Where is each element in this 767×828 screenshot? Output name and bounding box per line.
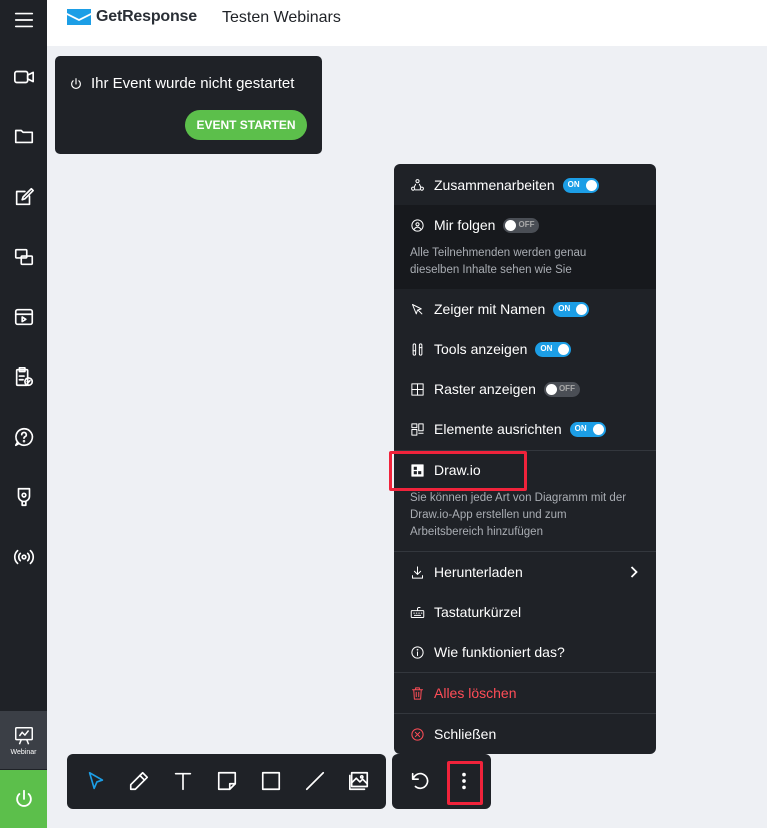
menu-item-pointer-names[interactable]: Zeiger mit Namen ON — [394, 289, 656, 329]
align-toggle[interactable]: ON — [569, 421, 606, 437]
collaborate-icon — [410, 178, 425, 193]
select-icon — [88, 771, 104, 790]
webinar-label: Webinar — [10, 748, 37, 756]
menu-item-shortcuts[interactable]: Tastaturkürzel — [394, 592, 656, 632]
edit-icon[interactable] — [0, 177, 47, 217]
menu-icon[interactable] — [0, 0, 47, 40]
keyboard-icon — [410, 605, 425, 620]
drawing-toolbar — [67, 754, 386, 809]
line-tool[interactable] — [302, 768, 328, 794]
sticky-note-tool[interactable] — [214, 768, 240, 794]
menu-item-follow-me[interactable]: Mir folgen OFF — [394, 205, 656, 245]
drawio-description: Sie können jede Art von Diagramm mit der… — [410, 492, 627, 538]
menu-item-how-it-works[interactable]: Wie funktioniert das? — [394, 632, 656, 672]
pointer-icon — [410, 302, 425, 317]
info-icon — [410, 645, 425, 660]
screens-icon[interactable] — [0, 237, 47, 277]
menu-item-label: Elemente ausrichten — [434, 421, 562, 437]
menu-item-close[interactable]: Schließen — [394, 714, 656, 754]
undo-button[interactable] — [407, 768, 433, 794]
menu-item-label: Schließen — [434, 726, 497, 742]
rectangle-tool[interactable] — [258, 768, 284, 794]
image-tool[interactable] — [346, 768, 372, 794]
sticky-note-icon — [217, 771, 237, 791]
undo-icon — [411, 772, 429, 790]
rectangle-icon — [261, 771, 281, 791]
start-event-button[interactable]: EVENT STARTEN — [185, 110, 307, 140]
trash-icon — [410, 686, 425, 701]
clipboard-icon[interactable] — [0, 357, 47, 397]
menu-item-clear-all[interactable]: Alles löschen — [394, 673, 656, 713]
image-icon — [349, 771, 369, 791]
pencil-icon — [129, 771, 149, 791]
align-icon — [410, 422, 425, 437]
logo-text: GetResponse — [96, 8, 197, 25]
video-camera-icon[interactable] — [0, 57, 47, 97]
download-icon — [410, 565, 425, 580]
follow-description: Alle Teilnehmenden werden genau dieselbe… — [410, 247, 587, 276]
badge-icon[interactable] — [0, 477, 47, 517]
collaborate-toggle[interactable]: ON — [562, 177, 599, 193]
menu-item-align-elements[interactable]: Elemente ausrichten ON — [394, 409, 656, 449]
menu-item-collaborate[interactable]: Zusammenarbeiten ON — [394, 165, 656, 205]
webinar-tab[interactable]: Webinar — [0, 711, 47, 769]
menu-item-show-grid[interactable]: Raster anzeigen OFF — [394, 369, 656, 409]
page-title: Testen Webinars — [222, 9, 341, 26]
power-icon — [15, 789, 32, 807]
menu-item-label: Mir folgen — [434, 217, 496, 233]
pencil-tool[interactable] — [126, 768, 152, 794]
event-status: Ihr Event wurde nicht gestartet — [69, 75, 294, 92]
menu-item-show-tools[interactable]: Tools anzeigen ON — [394, 329, 656, 369]
close-circle-icon — [410, 727, 425, 742]
grid-icon — [410, 382, 425, 397]
event-status-text: Ihr Event wurde nicht gestartet — [91, 75, 295, 92]
envelope-logo-icon — [67, 9, 91, 25]
grid-toggle[interactable]: OFF — [543, 381, 580, 397]
menu-item-label: Tools anzeigen — [434, 341, 528, 357]
power-icon — [71, 77, 81, 89]
menu-item-label: Wie funktioniert das? — [434, 644, 565, 660]
more-options-highlight-box — [447, 761, 483, 805]
pointer-toggle[interactable]: ON — [553, 301, 590, 317]
chevron-right-icon — [630, 565, 638, 578]
media-icon[interactable] — [0, 297, 47, 337]
getresponse-logo[interactable]: GetResponse — [67, 8, 197, 26]
folder-icon[interactable] — [0, 116, 47, 156]
help-icon[interactable] — [0, 417, 47, 457]
event-status-card: Ihr Event wurde nicht gestartet EVENT ST… — [55, 56, 322, 154]
text-tool[interactable] — [170, 768, 196, 794]
line-icon — [305, 771, 325, 791]
drawio-highlight-box — [389, 451, 527, 491]
follow-toggle[interactable]: OFF — [503, 217, 540, 233]
menu-item-label: Tastaturkürzel — [434, 604, 522, 620]
menu-item-label: Raster anzeigen — [434, 381, 536, 397]
location-pin-icon — [410, 218, 425, 233]
power-button[interactable] — [0, 770, 47, 828]
text-icon — [174, 772, 192, 791]
menu-item-download[interactable]: Herunterladen — [394, 552, 656, 592]
menu-item-label: Zeiger mit Namen — [434, 301, 546, 317]
broadcast-icon[interactable] — [0, 537, 47, 577]
select-tool[interactable] — [83, 768, 109, 794]
menu-item-label: Herunterladen — [434, 564, 523, 580]
sidebar: Webinar — [0, 0, 47, 828]
tools-toggle[interactable]: ON — [535, 341, 572, 357]
header: GetResponse Testen Webinars — [47, 0, 767, 46]
menu-item-label: Zusammenarbeiten — [434, 177, 555, 193]
menu-item-label: Alles löschen — [434, 685, 517, 701]
tools-icon — [410, 342, 425, 357]
whiteboard-icon — [14, 726, 33, 745]
